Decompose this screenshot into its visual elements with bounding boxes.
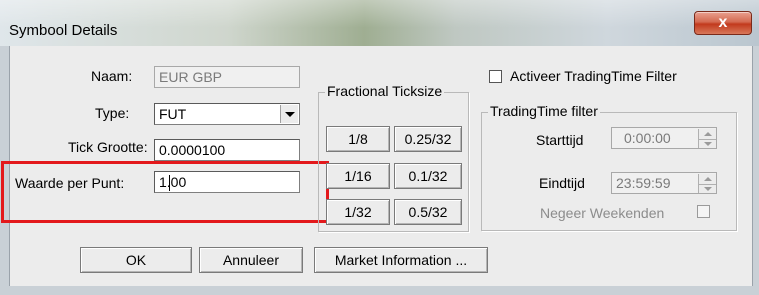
spin-up-icon [698,174,716,184]
tick-grootte-field[interactable]: 0.0000100 [154,139,300,161]
title-bar: Symbool Details x [0,0,759,47]
eindtijd-value: 23:59:59 [616,175,671,191]
annotation-highlight-box [1,161,329,223]
eindtijd-label: Eindtijd [539,175,585,191]
frac-1-8-button[interactable]: 1/8 [326,126,390,152]
type-label: Type: [95,105,130,121]
frac-0-5-32-button[interactable]: 0.5/32 [394,199,462,225]
window-title: Symbool Details [9,22,118,39]
chevron-down-icon[interactable] [280,105,298,123]
frac-1-32-button[interactable]: 1/32 [326,199,390,225]
market-information-button[interactable]: Market Information ... [314,247,488,273]
starttijd-spinner [698,129,716,148]
frac-0-25-32-button[interactable]: 0.25/32 [394,126,462,152]
close-button[interactable]: x [694,11,752,35]
tick-grootte-label: Tick Grootte: [68,139,148,155]
spin-down-icon [698,184,716,193]
type-select[interactable]: FUT [154,103,300,125]
starttijd-value: 0:00:00 [624,130,671,146]
starttijd-field: 0:00:00 [611,127,717,149]
annuleer-button[interactable]: Annuleer [199,247,303,273]
eindtijd-spinner [698,174,716,193]
spin-down-icon [698,139,716,148]
frac-0-1-32-button[interactable]: 0.1/32 [394,163,462,189]
frac-1-16-button[interactable]: 1/16 [326,163,390,189]
starttijd-label: Starttijd [536,132,584,148]
activeer-tradingtime-checkbox[interactable] [489,70,502,83]
negeer-weekenden-checkbox [697,205,710,218]
tradingtime-filter-title: TradingTime filter [488,103,600,119]
ok-button[interactable]: OK [80,247,192,273]
type-select-value: FUT [159,106,187,122]
naam-field: EUR GBP [154,66,300,88]
activeer-tradingtime-label: Activeer TradingTime Filter [510,68,677,84]
eindtijd-field: 23:59:59 [611,172,717,194]
window-border-bottom [0,286,759,295]
fractional-ticksize-title: Fractional Ticksize [325,83,445,99]
spin-up-icon [698,129,716,139]
naam-label: Naam: [91,68,133,84]
negeer-weekenden-label: Negeer Weekenden [540,205,665,221]
